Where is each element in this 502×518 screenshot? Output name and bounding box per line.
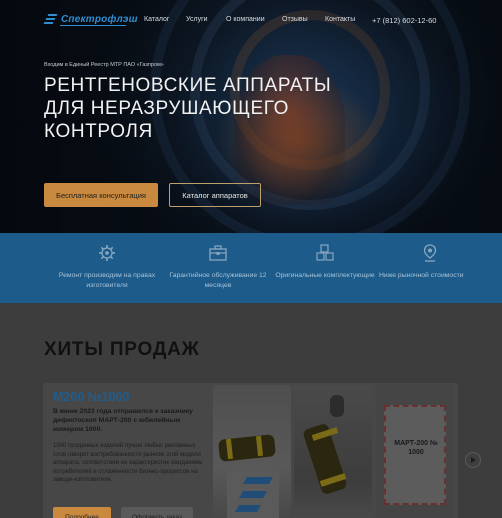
- hero-banner: Спектрофлэш Каталог Услуги О компании От…: [0, 0, 502, 233]
- section-title: ХИТЫ ПРОДАЖ: [44, 339, 200, 360]
- logo-mark-icon: [43, 14, 58, 25]
- feature-text: Гарантийное обслуживание 12 месяцев: [169, 272, 267, 289]
- bestsellers-section: ХИТЫ ПРОДАЖ М200 №1000 В июне 2023 года …: [0, 303, 502, 518]
- product-name[interactable]: М200 №1000: [53, 390, 129, 404]
- toolbox-icon: [209, 245, 227, 261]
- feature-text: Оригинальные комплектующие: [275, 272, 375, 279]
- cubes-icon: [316, 244, 334, 261]
- cake-text: МАРТ-200 № 1000: [394, 440, 438, 456]
- details-button[interactable]: Подробнее: [53, 507, 111, 518]
- catalog-button[interactable]: Каталог аппаратов: [169, 183, 261, 207]
- registry-note: Входим в Единый Реестр МТР ПАО «Газпром»: [44, 62, 164, 68]
- feature-original-parts: Оригинальные комплектующие: [270, 243, 380, 281]
- play-arrow-icon: [471, 457, 476, 463]
- spectroflash-logo-icon: [227, 471, 279, 518]
- nav-item-about[interactable]: О компании: [226, 16, 265, 23]
- price-pin-icon: [423, 244, 437, 262]
- gear-wrench-icon: [99, 245, 115, 261]
- product-card: М200 №1000 В июне 2023 года отправился к…: [43, 383, 458, 518]
- nav-item-catalog[interactable]: Каталог: [144, 16, 169, 23]
- nav-item-services[interactable]: Услуги: [186, 16, 208, 23]
- hero-title: РЕНТГЕНОВСКИЕ АППАРАТЫ ДЛЯ НЕРАЗРУШАЮЩЕГ…: [44, 75, 332, 142]
- nav-item-contacts[interactable]: Контакты: [325, 16, 355, 23]
- top-navigation: Спектрофлэш Каталог Услуги О компании От…: [0, 0, 502, 40]
- order-button[interactable]: Оформить заказ: [121, 507, 193, 518]
- product-photo[interactable]: [294, 385, 372, 518]
- logo[interactable]: Спектрофлэш: [43, 14, 138, 25]
- feature-repair: Ремонт производим на правах изготовителя: [52, 243, 162, 291]
- product-lead: В июне 2023 года отправился к заказчику …: [53, 408, 193, 433]
- product-photo[interactable]: [213, 385, 291, 518]
- feature-text: Ниже рыночной стоимости: [379, 272, 464, 279]
- feature-below-market: Ниже рыночной стоимости: [375, 243, 485, 281]
- feature-warranty: Гарантийное обслуживание 12 месяцев: [163, 243, 273, 291]
- nav-item-reviews[interactable]: Отзывы: [282, 16, 308, 23]
- product-photo[interactable]: МАРТ-200 № 1000: [376, 385, 454, 518]
- feature-text: Ремонт производим на правах изготовителя: [58, 272, 156, 289]
- features-bar: Ремонт производим на правах изготовителя…: [0, 233, 502, 303]
- carousel-next-button[interactable]: [465, 452, 481, 468]
- product-description: 1000 проданных изделий лучше любых рекла…: [53, 443, 203, 483]
- free-consultation-button[interactable]: Бесплатная консультация: [44, 183, 158, 207]
- logo-text: Спектрофлэш: [61, 14, 138, 25]
- phone-link[interactable]: +7 (812) 602-12-60: [372, 16, 436, 25]
